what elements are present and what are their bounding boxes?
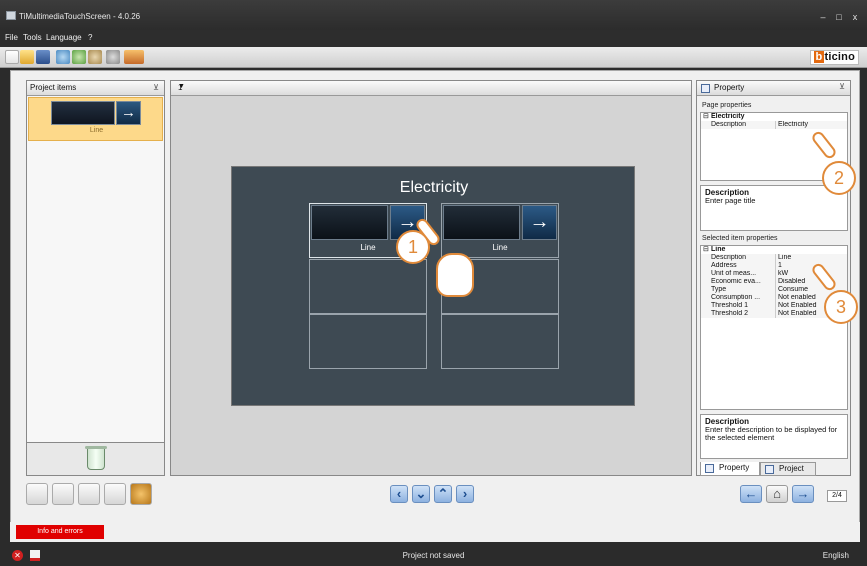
cell-thumbnail bbox=[311, 205, 388, 240]
callout-2: 2 bbox=[822, 161, 856, 195]
page-canvas[interactable]: Electricity → Line → Line bbox=[231, 166, 635, 406]
palette-icon[interactable] bbox=[130, 483, 152, 505]
arrow-down-icon[interactable]: ⌄ bbox=[412, 485, 430, 503]
trash-area[interactable] bbox=[26, 442, 165, 476]
tab-property[interactable]: Property bbox=[700, 462, 760, 476]
back-icon[interactable]: ← bbox=[740, 485, 762, 503]
window-title: TiMultimediaTouchScreen - 4.0.26 bbox=[19, 12, 141, 21]
arrow-right-icon: → bbox=[522, 205, 557, 240]
project-item-line[interactable]: → Line bbox=[28, 97, 163, 141]
title-bar: TiMultimediaTouchScreen - 4.0.26 – □ x bbox=[0, 0, 867, 30]
tab-project[interactable]: Project bbox=[760, 462, 816, 476]
property-title: Property bbox=[714, 83, 745, 92]
new-file-icon[interactable] bbox=[5, 50, 19, 64]
arrow-right-icon[interactable]: › bbox=[456, 485, 474, 503]
arrow-left-icon[interactable]: ‹ bbox=[390, 485, 408, 503]
trash-icon[interactable] bbox=[85, 446, 107, 470]
property-group-line[interactable]: ⊟ Line bbox=[701, 246, 847, 254]
pin-icon[interactable]: ⊻ bbox=[153, 81, 159, 95]
tools-icon[interactable] bbox=[88, 50, 102, 64]
item-description-box: Description Enter the description to be … bbox=[700, 414, 848, 459]
cell-label: Line bbox=[492, 243, 508, 252]
info-bar: Info and errors bbox=[10, 522, 860, 542]
page-selector[interactable]: 1 ▼ bbox=[171, 81, 691, 96]
property-row[interactable]: Description Electricity bbox=[701, 121, 847, 129]
info-and-errors-button[interactable]: Info and errors bbox=[16, 525, 104, 539]
page-title: Electricity bbox=[399, 179, 469, 196]
project-items-panel: Project items ⊻ → Line bbox=[26, 80, 165, 476]
app-icon bbox=[6, 11, 16, 20]
arrow-right-icon: → bbox=[116, 101, 141, 125]
page-cell-line-2[interactable]: → Line bbox=[441, 203, 559, 258]
language-icon[interactable] bbox=[124, 50, 144, 64]
paste-icon[interactable] bbox=[78, 483, 100, 505]
pointer-hand-1-palm-icon bbox=[436, 253, 474, 297]
dropdown-arrow-icon[interactable]: ▼ bbox=[178, 83, 685, 90]
property-tabs: Property Project bbox=[700, 462, 848, 476]
page-description-box: Description Enter page title bbox=[700, 185, 848, 231]
cell-thumbnail bbox=[443, 205, 520, 240]
property-icon bbox=[701, 84, 710, 93]
menu-file[interactable]: File bbox=[5, 33, 18, 42]
toolbar: b ticino bbox=[0, 47, 867, 68]
project-icon bbox=[765, 465, 774, 474]
callout-3: 3 bbox=[824, 290, 858, 324]
property-group-electricity[interactable]: ⊟ Electricity bbox=[701, 113, 847, 121]
description-text: Enter the description to be displayed fo… bbox=[705, 425, 838, 442]
property-header: Property ⊻ bbox=[697, 81, 850, 96]
status-bar: ✕ Project not saved English bbox=[0, 546, 867, 566]
page-cell-empty[interactable] bbox=[309, 314, 427, 369]
menu-tools[interactable]: Tools bbox=[23, 33, 42, 42]
project-items-title: Project items bbox=[30, 83, 77, 92]
arrow-up-icon[interactable]: ⌃ bbox=[434, 485, 452, 503]
status-message: Project not saved bbox=[402, 551, 465, 560]
property-row[interactable]: Description Line bbox=[701, 254, 847, 262]
page-cell-empty[interactable] bbox=[441, 314, 559, 369]
send-icon[interactable] bbox=[56, 50, 70, 64]
bticino-logo: b ticino bbox=[809, 50, 859, 65]
settings-icon[interactable] bbox=[106, 50, 120, 64]
cut-icon[interactable] bbox=[52, 483, 74, 505]
open-folder-icon[interactable] bbox=[20, 50, 34, 64]
grid-icon[interactable] bbox=[104, 483, 126, 505]
description-text: Enter page title bbox=[705, 196, 756, 205]
forward-icon[interactable]: → bbox=[792, 485, 814, 503]
collapse-icon[interactable]: ⊟ bbox=[703, 246, 709, 254]
maximize-button[interactable]: □ bbox=[834, 12, 844, 22]
page-editor: 1 ▼ Electricity → Line → Line bbox=[170, 80, 692, 476]
property-icon bbox=[705, 464, 714, 473]
menu-language[interactable]: Language bbox=[46, 33, 82, 42]
save-icon[interactable] bbox=[36, 50, 50, 64]
close-button[interactable]: x bbox=[850, 12, 860, 22]
callout-1: 1 bbox=[396, 230, 430, 264]
page-properties-label: Page properties bbox=[702, 102, 752, 109]
copy-icon[interactable] bbox=[26, 483, 48, 505]
bottom-toolbar: ‹ ⌄ ⌃ › ← ⌂ → 2/4 bbox=[22, 483, 852, 513]
minimize-button[interactable]: – bbox=[818, 12, 828, 22]
receive-icon[interactable] bbox=[72, 50, 86, 64]
collapse-icon[interactable]: ⊟ bbox=[703, 113, 709, 121]
page-counter: 2/4 bbox=[827, 490, 847, 502]
page-cell-empty[interactable] bbox=[309, 259, 427, 314]
item-thumbnail bbox=[51, 101, 115, 125]
menu-bar: File Tools Language ? bbox=[0, 30, 867, 47]
home-icon[interactable]: ⌂ bbox=[766, 485, 788, 503]
language-indicator[interactable]: English bbox=[823, 551, 849, 560]
project-items-header: Project items ⊻ bbox=[27, 81, 164, 96]
selected-item-properties-label: Selected item properties bbox=[702, 235, 778, 242]
pin-icon[interactable]: ⊻ bbox=[839, 82, 845, 91]
menu-help[interactable]: ? bbox=[88, 33, 92, 42]
project-item-label: Line bbox=[89, 127, 104, 134]
